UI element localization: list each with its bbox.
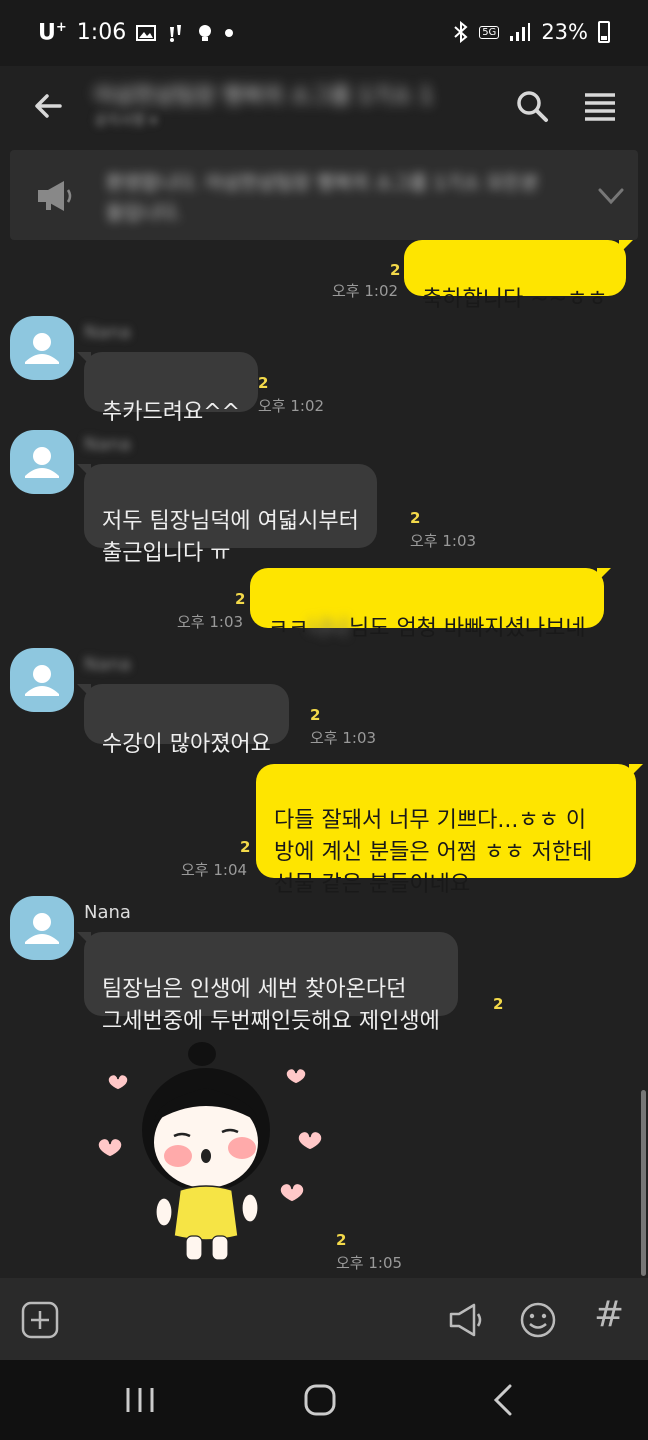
chevron-down-icon[interactable] xyxy=(596,182,626,210)
message-text-suffix: 님도 엄청 바빠지셨나보네 xyxy=(348,616,586,641)
message-text: 다들 잘돼서 너무 기쁘다...ㅎㅎ 이 방에 계신 분들은 어쩜 ㅎㅎ 저한테… xyxy=(274,808,593,897)
avatar[interactable] xyxy=(10,896,74,960)
home-icon[interactable] xyxy=(300,1382,340,1418)
megaphone-icon xyxy=(38,181,72,211)
message-text: 팀장님은 인생에 세번 찾아온다던 그세번중에 두번째인듯해요 제인생에 xyxy=(102,977,440,1034)
menu-icon[interactable] xyxy=(580,86,620,126)
redacted-name: 나나 xyxy=(308,616,349,641)
message-time: 오후 1:03 xyxy=(177,613,244,631)
unread-count: 2 xyxy=(240,838,251,856)
heart-icon xyxy=(297,1130,323,1151)
person-icon xyxy=(25,665,59,696)
sender-name: Nana xyxy=(84,902,131,923)
person-icon xyxy=(25,333,59,364)
message-text: 추카드려요^^ xyxy=(102,400,241,425)
emoji-icon[interactable] xyxy=(518,1300,558,1340)
unread-count: 2 xyxy=(336,1231,347,1249)
battery-icon xyxy=(598,21,610,43)
outgoing-message[interactable]: 다들 잘돼서 너무 기쁘다...ㅎㅎ 이 방에 계신 분들은 어쩜 ㅎㅎ 저한테… xyxy=(256,764,643,897)
sender-name: Nana xyxy=(84,654,131,675)
avatar[interactable] xyxy=(10,648,74,712)
person-icon xyxy=(25,913,59,944)
heart-icon xyxy=(279,1182,305,1203)
unread-count: 2 xyxy=(493,995,504,1013)
plus-icon[interactable] xyxy=(20,1300,60,1340)
message-text-prefix: ㅋㅋ xyxy=(268,616,309,641)
message-text: 수강이 많아졌어요 xyxy=(102,732,271,757)
chat-title: 아삼한삼팀장 행복의 소그룹 1기소 1 xyxy=(94,84,434,109)
message-text: 저두 팀장님덕에 여덟시부터 출근입니다 ㅠ xyxy=(102,509,359,566)
system-nav-bar xyxy=(0,1360,648,1440)
message-time: 오후 1:03 xyxy=(410,532,477,550)
unread-count: 2 xyxy=(390,261,401,279)
incoming-message[interactable]: 저두 팀장님덕에 여덟시부터 출근입니다 ㅠ xyxy=(77,464,377,566)
scrollbar[interactable] xyxy=(641,1090,646,1276)
notice-banner[interactable]: 환영합니다. 아삼한삼팀장 행복의 소그룹 1기소 모든분들입니다. xyxy=(10,150,638,240)
message-time: 오후 1:03 xyxy=(310,729,377,747)
battery-percent: 23% xyxy=(541,20,588,44)
person-icon xyxy=(25,447,59,478)
megaphone-icon[interactable] xyxy=(446,1300,486,1340)
avatar[interactable] xyxy=(10,430,74,494)
back-arrow-icon[interactable] xyxy=(28,86,68,126)
chat-header: 아삼한삼팀장 행복의 소그룹 1기소 1 공지사항 ▾ xyxy=(0,66,648,146)
message-time: 오후 1:05 xyxy=(336,1254,403,1272)
recent-apps-icon[interactable] xyxy=(120,1382,160,1418)
heart-icon xyxy=(285,1067,307,1085)
sender-name: Nana xyxy=(84,434,131,455)
clock: 1:06 xyxy=(76,20,127,46)
avatar[interactable] xyxy=(10,316,74,380)
heart-icon xyxy=(97,1137,123,1158)
hash-icon[interactable]: # xyxy=(594,1294,634,1335)
unread-count: 2 xyxy=(258,374,269,392)
message-time: 오후 1:02 xyxy=(258,397,325,415)
outgoing-message[interactable]: ㅋㅋ나나님도 엄청 바빠지셨나보네 xyxy=(250,568,611,641)
unread-count: 2 xyxy=(235,590,246,608)
input-bar: # xyxy=(0,1278,648,1360)
incoming-message[interactable]: 팀장님은 인생에 세번 찾아온다던 그세번중에 두번째인듯해요 제인생에 xyxy=(77,932,458,1034)
notice-text: 환영합니다. 아삼한삼팀장 행복의 소그룹 1기소 모든분들입니다. xyxy=(106,172,539,224)
sender-name: Nana xyxy=(84,322,131,343)
bulb-icon xyxy=(199,24,212,41)
unread-count: 2 xyxy=(410,509,421,527)
heart-icon xyxy=(107,1073,129,1091)
notification-icon xyxy=(170,24,182,42)
incoming-message[interactable]: 수강이 많아졌어요 xyxy=(77,684,289,757)
network-badge: 5G xyxy=(479,25,500,39)
bluetooth-icon xyxy=(454,21,468,43)
unread-count: 2 xyxy=(310,706,321,724)
status-right: 5G 23% xyxy=(453,20,610,44)
carrier-label: U+ xyxy=(38,20,67,46)
incoming-message[interactable]: 추카드려요^^ xyxy=(76,352,259,425)
girl-blushing-hearts-sticker[interactable] xyxy=(86,1040,332,1270)
outgoing-message[interactable]: 축하합니다 ~~ㅎㅎ xyxy=(404,240,633,312)
status-left: U+ 1:06 xyxy=(38,20,234,45)
dot-icon xyxy=(225,28,234,37)
message-text: 축하합니다 ~~ㅎㅎ xyxy=(422,287,608,312)
signal-icon xyxy=(510,23,531,41)
message-time: 오후 1:04 xyxy=(181,861,248,879)
chat-subtitle[interactable]: 공지사항 ▾ xyxy=(94,110,157,130)
message-time: 오후 1:02 xyxy=(332,282,399,300)
image-icon xyxy=(136,24,157,41)
search-icon[interactable] xyxy=(512,86,552,126)
status-bar: U+ 1:06 5G 23% xyxy=(0,0,648,66)
back-icon[interactable] xyxy=(484,1382,524,1418)
